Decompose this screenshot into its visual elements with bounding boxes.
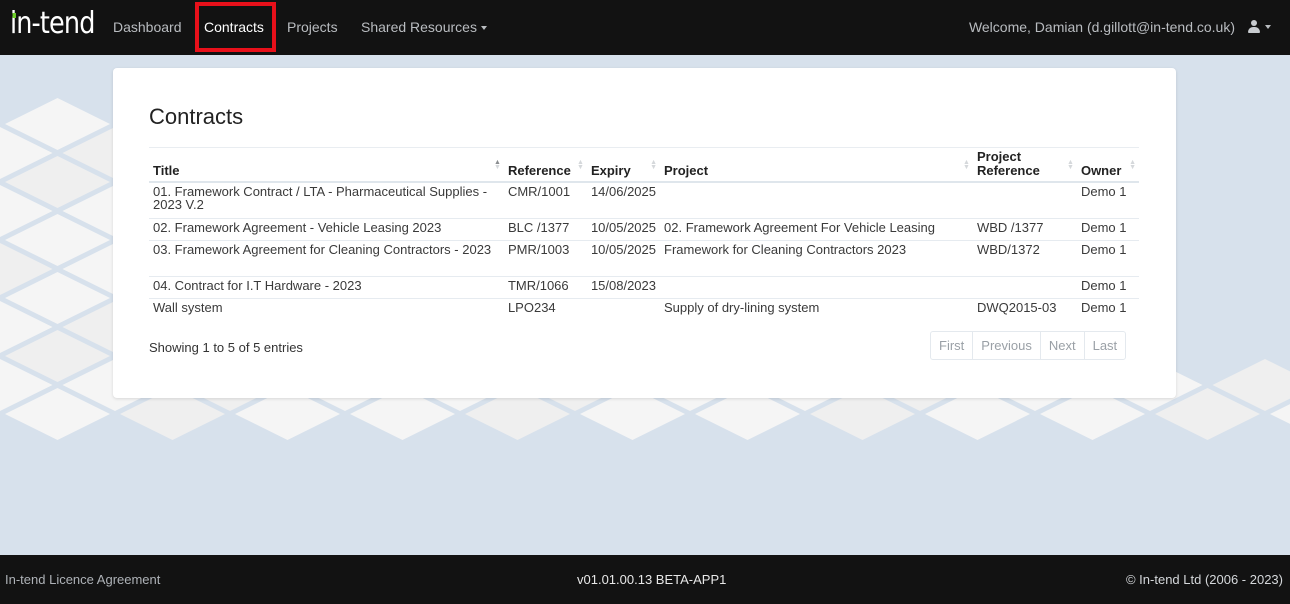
- cell-project: Framework for Cleaning Contractors 2023: [660, 239, 973, 276]
- brand-text: in-tend: [10, 6, 95, 41]
- column-header-title[interactable]: Title ▲ ▼: [149, 149, 504, 183]
- user-icon-body: [1248, 27, 1260, 33]
- cell-owner: Demo 1: [1076, 181, 1139, 218]
- cell-project: Supply of dry-lining system: [660, 297, 973, 320]
- cell-expiry: 10/05/2025: [586, 217, 661, 240]
- column-label: Expiry: [590, 163, 631, 178]
- column-header-reference[interactable]: Reference ▲ ▼: [503, 149, 587, 183]
- cell-owner: Demo 1: [1076, 239, 1139, 276]
- cell-project-reference: [972, 181, 1077, 218]
- contracts-table: Title ▲ ▼ Reference ▲ ▼ Expiry ▲ ▼ Project ▲ ▼ P…: [149, 149, 1139, 320]
- cell-owner: Demo 1: [1076, 275, 1139, 298]
- table-row[interactable]: 01. Framework Contract / LTA - Pharmaceu…: [149, 181, 1139, 218]
- cell-title[interactable]: Wall system: [149, 297, 504, 320]
- column-label: Project: [664, 163, 709, 178]
- sort-icon: ▲ ▼: [494, 159, 501, 171]
- cell-title[interactable]: 03. Framework Agreement for Cleaning Con…: [149, 239, 504, 276]
- cell-reference: CMR/1001: [503, 181, 587, 218]
- cell-reference: BLC /1377: [503, 217, 587, 240]
- pagination-next[interactable]: Next: [1039, 332, 1084, 359]
- welcome-text: Welcome, Damian (d.gillott@in-tend.co.uk…: [968, 19, 1235, 35]
- column-header-project[interactable]: Project ▲ ▼: [660, 149, 973, 183]
- cell-expiry: [586, 297, 661, 320]
- table-header-row: Title ▲ ▼ Reference ▲ ▼ Expiry ▲ ▼ Project ▲ ▼ P…: [149, 149, 1139, 183]
- footer: In-tend Licence Agreement v01.01.00.13 B…: [0, 555, 1290, 604]
- cell-title[interactable]: 04. Contract for I.T Hardware - 2023: [149, 275, 504, 298]
- pagination-previous[interactable]: Previous: [972, 332, 1040, 359]
- table-row[interactable]: 02. Framework Agreement - Vehicle Leasin…: [149, 217, 1139, 240]
- cell-expiry: 14/06/2025: [586, 181, 661, 218]
- nav-highlight-box: [195, 2, 276, 52]
- nav-shared-resources-label: Shared Resources: [361, 19, 477, 35]
- caret-down-icon: [1265, 25, 1271, 29]
- pagination-first[interactable]: First: [931, 332, 972, 359]
- caret-down-icon: [480, 26, 487, 30]
- column-header-owner[interactable]: Owner ▲ ▼: [1076, 149, 1139, 183]
- sort-icon: ▲ ▼: [1067, 159, 1074, 171]
- cell-project: 02. Framework Agreement For Vehicle Leas…: [660, 217, 973, 240]
- cell-reference: TMR/1066: [503, 275, 587, 298]
- cell-expiry: 10/05/2025: [586, 239, 661, 276]
- cell-project-reference: [972, 275, 1077, 298]
- contracts-card: Contracts Title ▲ ▼ Reference ▲ ▼ Expiry ▲ ▼ P…: [113, 68, 1176, 398]
- table-row[interactable]: Wall system LPO234 Supply of dry-lining …: [149, 297, 1139, 320]
- column-label: Reference: [507, 163, 571, 178]
- cell-expiry: 15/08/2023: [586, 275, 661, 298]
- licence-agreement-link[interactable]: In-tend Licence Agreement: [5, 572, 160, 587]
- brand-logo[interactable]: in-tend: [10, 6, 95, 41]
- cell-project-reference: WBD /1377: [972, 217, 1077, 240]
- table-row[interactable]: 03. Framework Agreement for Cleaning Con…: [149, 239, 1139, 276]
- column-label: Project Reference: [976, 149, 1040, 178]
- table-row[interactable]: 04. Contract for I.T Hardware - 2023 TMR…: [149, 275, 1139, 298]
- cell-owner: Demo 1: [1076, 217, 1139, 240]
- cell-owner: Demo 1: [1076, 297, 1139, 320]
- version-text: v01.01.00.13 BETA-APP1: [577, 572, 727, 587]
- cell-title[interactable]: 02. Framework Agreement - Vehicle Leasin…: [149, 217, 504, 240]
- cell-reference: LPO234: [503, 297, 587, 320]
- column-label: Owner: [1080, 163, 1122, 178]
- sort-icon: ▲ ▼: [650, 159, 658, 171]
- copyright-text: © In-tend Ltd (2006 - 2023): [1125, 572, 1283, 587]
- nav-projects[interactable]: Projects: [287, 0, 338, 55]
- cell-reference: PMR/1003: [503, 239, 587, 276]
- divider: [149, 147, 1139, 148]
- user-icon: [1251, 20, 1257, 26]
- cell-project: [660, 181, 973, 218]
- sort-icon: ▲ ▼: [963, 159, 970, 171]
- column-header-project-reference[interactable]: Project Reference ▲ ▼: [972, 149, 1077, 183]
- column-label: Title: [153, 163, 180, 178]
- pagination: First Previous Next Last: [930, 331, 1127, 360]
- column-header-expiry[interactable]: Expiry ▲ ▼: [586, 149, 661, 183]
- table-info: Showing 1 to 5 of 5 entries: [149, 340, 303, 355]
- nav-shared-resources[interactable]: Shared Resources: [361, 0, 487, 55]
- user-menu-button[interactable]: [1246, 18, 1276, 36]
- navbar: in-tend Dashboard Contracts Projects Sha…: [0, 0, 1290, 55]
- sort-icon: ▲ ▼: [577, 159, 584, 171]
- logo-dot: [12, 13, 16, 18]
- cell-project-reference: DWQ2015-03: [972, 297, 1077, 320]
- cell-title[interactable]: 01. Framework Contract / LTA - Pharmaceu…: [149, 181, 504, 218]
- cell-project-reference: WBD/1372: [972, 239, 1077, 276]
- sort-icon: ▲ ▼: [1129, 159, 1136, 171]
- cell-project: [660, 275, 973, 298]
- nav-dashboard[interactable]: Dashboard: [113, 0, 182, 55]
- page-title: Contracts: [149, 104, 244, 129]
- pagination-last[interactable]: Last: [1083, 332, 1126, 359]
